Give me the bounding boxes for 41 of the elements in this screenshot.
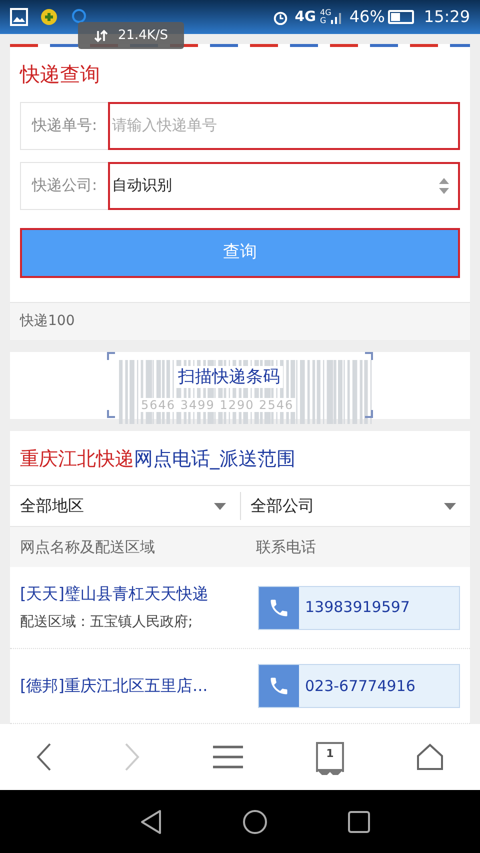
- field-label: 快递单号:: [20, 102, 108, 150]
- filter-dropdown[interactable]: 全部地区: [10, 492, 240, 520]
- back-icon[interactable]: [140, 808, 162, 834]
- phone-icon: [268, 675, 290, 697]
- sync-icon: [94, 28, 108, 42]
- speed-toast: 21.4K/S: [78, 22, 184, 49]
- query-title: 快递查询: [20, 60, 101, 88]
- filter-dropdown[interactable]: 全部公司: [240, 486, 470, 526]
- home-icon[interactable]: [416, 743, 444, 771]
- outlets-title: 重庆江北快递网点电话_派送范围: [19, 446, 296, 472]
- battery-percent: 46%: [349, 6, 385, 28]
- brand-label: 快递100: [20, 312, 75, 331]
- network-label: 4G: [294, 8, 316, 26]
- battery-icon: [388, 10, 414, 24]
- app-icon: [40, 8, 58, 26]
- scan-label: 扫描快递条码: [175, 366, 283, 388]
- caret-icon: [214, 502, 226, 510]
- signal-label: G: [320, 17, 328, 25]
- column-header: 网点名称及配送区域: [20, 536, 156, 558]
- clock: 15:29: [424, 6, 470, 28]
- phone-button[interactable]: 023-67774916: [258, 664, 460, 708]
- back-icon[interactable]: [36, 743, 52, 771]
- barcode-digits: 5646 3499 1290 2546: [139, 398, 296, 412]
- column-header: 联系电话: [256, 536, 316, 558]
- sort-icon: [438, 176, 450, 195]
- caret-icon: [444, 502, 456, 510]
- outlet-name[interactable]: [天天]璧山县青杠天天快递: [20, 582, 258, 606]
- tabs-button[interactable]: 1: [316, 742, 344, 772]
- phone-button[interactable]: 13983919597: [258, 586, 460, 630]
- image-icon: [10, 8, 28, 26]
- outlet-name[interactable]: [德邦]重庆江北区五里店...: [20, 674, 258, 698]
- field-label: 快递公司:: [20, 162, 108, 210]
- tracking-number-field[interactable]: 请输入快递单号: [108, 102, 460, 150]
- glasses-icon: [317, 768, 343, 776]
- delivery-area: 配送区域：五宝镇人民政府;: [20, 612, 258, 633]
- signal-label: 4G: [320, 9, 332, 17]
- recents-icon[interactable]: [348, 810, 370, 832]
- company-select[interactable]: 自动识别: [108, 162, 460, 210]
- scan-barcode-button[interactable]: 扫描快递条码 5646 3499 1290 2546: [107, 352, 373, 418]
- menu-icon[interactable]: [212, 745, 244, 769]
- home-icon[interactable]: [242, 808, 268, 834]
